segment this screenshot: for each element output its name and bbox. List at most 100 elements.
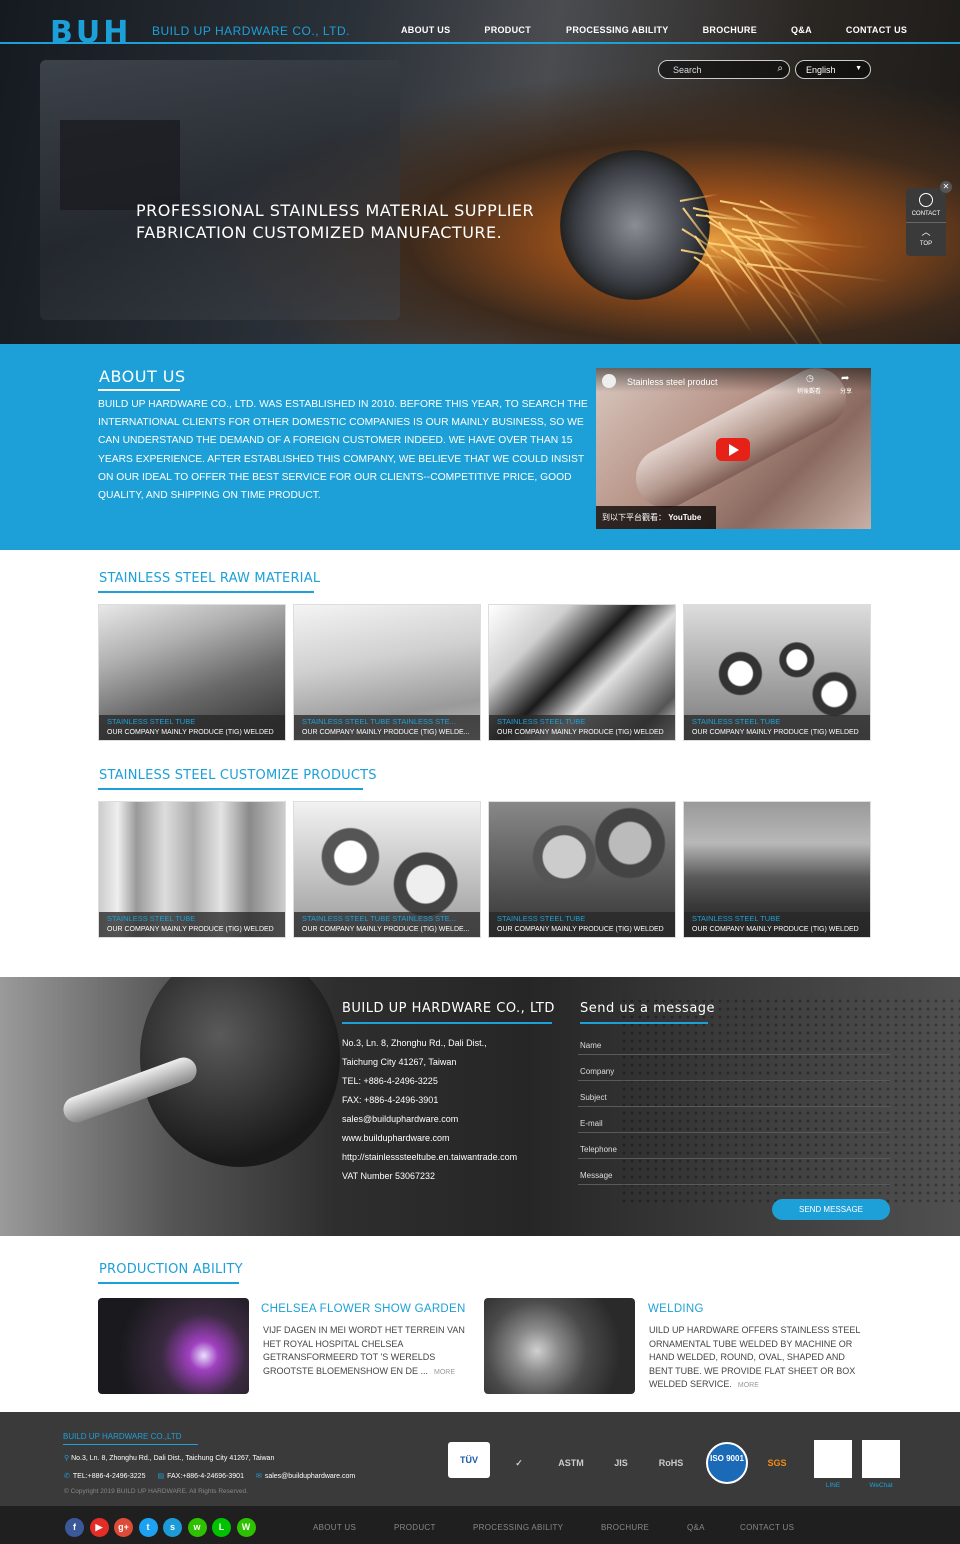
subject-field[interactable] [578,1089,890,1107]
contact-vat: VAT Number 53067232 [342,1171,436,1181]
watch-later-label[interactable]: 稍後觀看 [797,386,821,395]
slogan-line-1: PROFESSIONAL STAINLESS MATERIAL SUPPLIER [136,201,535,220]
send-message-button[interactable]: SEND MESSAGE [772,1199,890,1220]
customize-card-2[interactable]: STAINLESS STEEL TUBE STAINLESS STE... OUR… [293,801,481,938]
more-link-1[interactable]: MORE [434,1369,455,1376]
nav-about[interactable]: ABOUT US [401,25,450,35]
line-icon[interactable]: L [212,1518,231,1537]
location-icon: ⚲ [64,1455,70,1462]
name-field[interactable] [578,1037,890,1055]
customize-card-4[interactable]: STAINLESS STEEL TUBE OUR COMPANY MAINLY P… [683,801,871,938]
hero-banner [0,0,960,344]
footer-email[interactable]: ✉ sales@builduphardware.com [256,1472,355,1480]
language-select[interactable]: English ▼ [795,60,871,79]
production-image-1[interactable] [98,1298,249,1394]
cert-logo-7: SGS [767,1458,787,1468]
footer-address: ⚲ No.3, Ln. 8, Zhonghu Rd., Dali Dist., … [64,1454,274,1462]
google-plus-icon[interactable]: g+ [114,1518,133,1537]
production-image-2[interactable] [484,1298,635,1394]
contact-address-2: Taichung City 41267, Taiwan [342,1057,457,1067]
youtube-video[interactable]: Stainless steel product ◷ 稍後觀看 ➦ 分享 到以下平… [596,368,871,529]
card-title[interactable]: STAINLESS STEEL TUBE [692,914,864,923]
wechat-icon[interactable]: w [187,1518,207,1537]
logo[interactable]: BUH [50,18,131,48]
close-icon[interactable]: ✕ [940,181,952,193]
card-description: OUR COMPANY MAINLY PRODUCE (TIG) WELDE..… [302,926,470,933]
production-item-1-body: VIJF DAGEN IN MEI WORDT HET TERREIN VAN … [263,1325,465,1376]
raw-material-card-1[interactable]: STAINLESS STEEL TUBE OUR COMPANY MAINLY P… [98,604,286,741]
play-button[interactable] [716,438,750,461]
contact-tel: TEL: +886-4-2496-3225 [342,1076,438,1086]
card-caption: STAINLESS STEEL TUBE OUR COMPANY MAINLY P… [684,912,870,937]
nav-product[interactable]: PRODUCT [484,25,531,35]
message-field[interactable] [578,1167,890,1185]
contact-label[interactable]: CONTACT [906,211,946,217]
youtube-logo: YouTube [668,513,702,522]
footer-nav-about[interactable]: ABOUT US [313,1523,356,1532]
company-name: BUILD UP HARDWARE CO., LTD. [152,24,350,38]
telephone-field[interactable] [578,1141,890,1159]
card-title[interactable]: STAINLESS STEEL TUBE [107,717,279,726]
card-description: OUR COMPANY MAINLY PRODUCE (TIG) WELDED [107,926,274,933]
more-link-2[interactable]: MORE [738,1382,759,1389]
contact-website[interactable]: www.builduphardware.com [342,1133,450,1143]
search-icon[interactable]: ⌕ [777,63,783,74]
video-title[interactable]: Stainless steel product [627,377,718,387]
footer-fax-text: FAX:+886-4-24696-3901 [167,1473,244,1480]
card-title[interactable]: STAINLESS STEEL TUBE [497,914,669,923]
contact-email[interactable]: sales@builduphardware.com [342,1114,458,1124]
skype-icon[interactable]: s [163,1518,182,1537]
about-section: ABOUT US BUILD UP HARDWARE CO., LTD. WAS… [0,344,960,550]
nav-processing[interactable]: PROCESSING ABILITY [566,25,669,35]
card-description: OUR COMPANY MAINLY PRODUCE (TIG) WELDED [692,729,859,736]
card-title[interactable]: STAINLESS STEEL TUBE [692,717,864,726]
cert-logo-2: ✓ [515,1458,523,1468]
whatsapp-icon[interactable]: W [236,1518,256,1537]
email-field[interactable] [578,1115,890,1133]
raw-material-card-2[interactable]: STAINLESS STEEL TUBE STAINLESS STE... OUR… [293,604,481,741]
customize-card-3[interactable]: STAINLESS STEEL TUBE OUR COMPANY MAINLY P… [488,801,676,938]
share-label[interactable]: 分享 [840,386,852,395]
share-icon[interactable]: ➦ [841,373,849,384]
top-label[interactable]: TOP [906,241,946,247]
card-title[interactable]: STAINLESS STEEL TUBE STAINLESS STE... [302,717,474,726]
footer-nav-processing[interactable]: PROCESSING ABILITY [473,1523,563,1532]
card-caption: STAINLESS STEEL TUBE OUR COMPANY MAINLY P… [99,912,285,937]
nav-brochure[interactable]: BROCHURE [703,25,757,35]
footer-nav-qa[interactable]: Q&A [687,1523,705,1532]
line-qr-code [814,1440,852,1478]
card-title[interactable]: STAINLESS STEEL TUBE [497,717,669,726]
card-description: OUR COMPANY MAINLY PRODUCE (TIG) WELDED [497,729,664,736]
company-field[interactable] [578,1063,890,1081]
production-underline [98,1282,239,1284]
card-title[interactable]: STAINLESS STEEL TUBE STAINLESS STE... [302,914,474,923]
footer-nav-product[interactable]: PRODUCT [394,1523,436,1532]
customize-card-1[interactable]: STAINLESS STEEL TUBE OUR COMPANY MAINLY P… [98,801,286,938]
youtube-icon[interactable]: ▶ [89,1518,109,1537]
raw-material-card-4[interactable]: STAINLESS STEEL TUBE OUR COMPANY MAINLY P… [683,604,871,741]
nav-qa[interactable]: Q&A [791,25,812,35]
contact-icon[interactable] [919,193,933,207]
footer-contacts: ✆ TEL:+886-4-2496-3225 ▤ FAX:+886-4-24696-… [64,1472,367,1480]
raw-material-card-3[interactable]: STAINLESS STEEL TUBE OUR COMPANY MAINLY P… [488,604,676,741]
nav-contact[interactable]: CONTACT US [846,25,907,35]
about-text: BUILD UP HARDWARE CO., LTD. WAS ESTABLIS… [98,399,588,502]
card-title[interactable]: STAINLESS STEEL TUBE [107,914,279,923]
production-item-1-title[interactable]: CHELSEA FLOWER SHOW GARDEN [261,1303,466,1315]
language-value: English [806,65,836,75]
channel-avatar[interactable] [602,374,616,388]
phone-icon: ✆ [64,1473,70,1480]
clock-icon[interactable]: ◷ [806,373,814,384]
twitter-icon[interactable]: t [138,1518,158,1537]
footer-nav-brochure[interactable]: BROCHURE [601,1523,649,1532]
production-item-2-title[interactable]: WELDING [648,1303,704,1315]
footer-tel-text: TEL:+886-4-2496-3225 [72,1473,146,1480]
search-input[interactable] [673,64,769,76]
facebook-icon[interactable]: f [65,1518,84,1537]
copyright: © Copyright 2019 BUILD UP HARDWARE. All … [64,1488,248,1495]
message-form-title: Send us a message [580,1001,716,1016]
watch-on-youtube[interactable]: 到以下平台觀看： YouTube [596,506,716,529]
contact-taiwantrade[interactable]: http://stainlesssteeltube.en.taiwantrade… [342,1152,517,1162]
footer-nav-contact[interactable]: CONTACT US [740,1523,794,1532]
up-arrow-icon[interactable]: ︿ [906,225,946,238]
